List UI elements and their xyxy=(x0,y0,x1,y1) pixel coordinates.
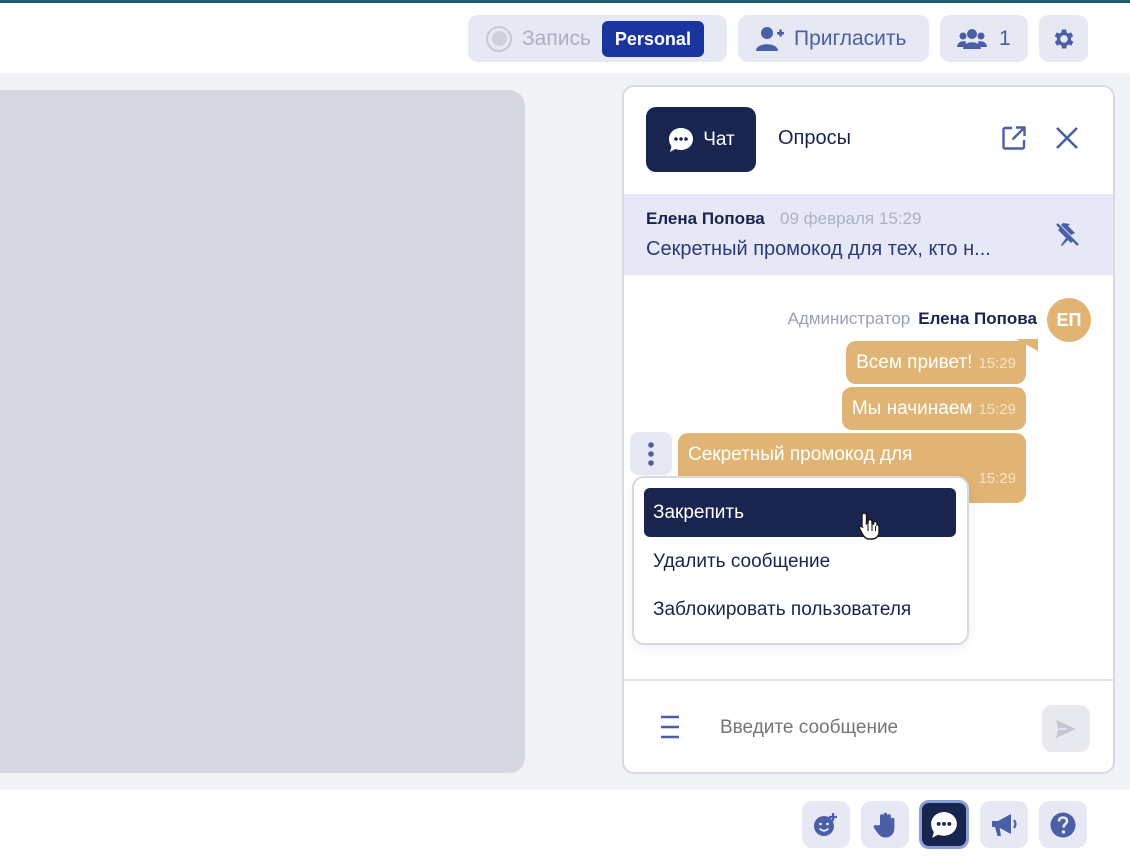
reaction-button[interactable] xyxy=(802,801,850,848)
pointer-cursor-icon xyxy=(858,512,880,540)
tab-chat-label: Чат xyxy=(703,128,735,150)
chat-bubble-icon xyxy=(669,127,694,152)
message-text: Секретный промокод для xyxy=(688,444,913,465)
pinned-date: 09 февраля 15:29 xyxy=(780,209,922,228)
invite-button[interactable]: Пригласить xyxy=(738,15,929,62)
tab-polls[interactable]: Опросы xyxy=(778,127,851,150)
pinned-author: Елена Попова xyxy=(646,209,765,228)
video-area xyxy=(0,90,525,773)
message-meta: Администратор Елена Попова xyxy=(788,309,1037,329)
emoji-plus-icon xyxy=(814,812,837,836)
announcement-button[interactable] xyxy=(980,801,1028,848)
raise-hand-button[interactable] xyxy=(861,801,909,848)
send-icon xyxy=(1056,719,1076,738)
message-text: Мы начинаем xyxy=(851,398,973,419)
message-input[interactable] xyxy=(718,716,1022,740)
menu-icon xyxy=(661,715,679,739)
participants-button[interactable]: 1 xyxy=(940,15,1028,62)
record-label: Запись xyxy=(522,26,591,50)
message-context-menu: Закрепить Удалить сообщение Заблокироват… xyxy=(632,476,969,645)
message-time: 15:29 xyxy=(978,401,1016,418)
bottom-toolbar xyxy=(0,790,1130,858)
message-time: 15:29 xyxy=(978,470,1016,487)
help-button[interactable] xyxy=(1039,801,1087,848)
users-icon xyxy=(957,28,987,49)
message-input-bar xyxy=(624,679,1113,774)
more-vertical-icon xyxy=(648,441,654,466)
help-icon xyxy=(1050,812,1076,837)
chat-message[interactable]: Всем привет! 15:29 xyxy=(846,341,1026,384)
gear-icon xyxy=(1054,28,1073,49)
message-actions-button[interactable] xyxy=(630,432,672,475)
user-plus-icon xyxy=(756,26,784,51)
record-icon xyxy=(486,25,512,52)
send-button[interactable] xyxy=(1042,705,1090,752)
avatar: ЕП xyxy=(1047,298,1091,342)
raise-hand-icon xyxy=(873,812,895,837)
author-name: Елена Попова xyxy=(918,309,1037,328)
unpin-icon xyxy=(1056,223,1079,246)
message-text: Всем привет! xyxy=(856,352,973,373)
chat-toggle-button[interactable] xyxy=(919,800,969,849)
external-link-icon xyxy=(1002,126,1026,150)
close-icon xyxy=(1056,127,1078,149)
settings-button[interactable] xyxy=(1039,15,1088,62)
pinned-text: Секретный промокод для тех, кто н... xyxy=(646,238,991,260)
chat-message[interactable]: Мы начинаем 15:29 xyxy=(841,387,1026,430)
invite-label: Пригласить xyxy=(794,26,907,50)
input-options-button[interactable] xyxy=(656,713,684,741)
chat-bubble-icon xyxy=(931,811,957,838)
tab-chat[interactable]: Чат xyxy=(646,107,756,172)
message-time: 15:29 xyxy=(978,355,1016,372)
megaphone-icon xyxy=(992,813,1017,836)
unpin-button[interactable] xyxy=(1052,219,1082,249)
author-role: Администратор xyxy=(787,309,911,328)
close-chat-button[interactable] xyxy=(1052,123,1082,153)
record-plan-badge: Personal xyxy=(601,20,704,57)
participants-count: 1 xyxy=(999,26,1011,50)
popout-button[interactable] xyxy=(999,123,1029,153)
top-toolbar: Запись Personal Пригласить 1 xyxy=(0,3,1130,73)
pinned-message[interactable]: Елена Попова 09 февраля 15:29 Секретный … xyxy=(624,194,1113,275)
menu-item-pin[interactable]: Закрепить xyxy=(644,488,956,537)
chat-panel: Чат Опросы Елена Попова 09 февраля 15:29… xyxy=(622,85,1115,774)
menu-item-block-user[interactable]: Заблокировать пользователя xyxy=(644,585,956,634)
record-button[interactable]: Запись Personal xyxy=(468,15,727,62)
menu-item-delete-message[interactable]: Удалить сообщение xyxy=(644,537,956,586)
